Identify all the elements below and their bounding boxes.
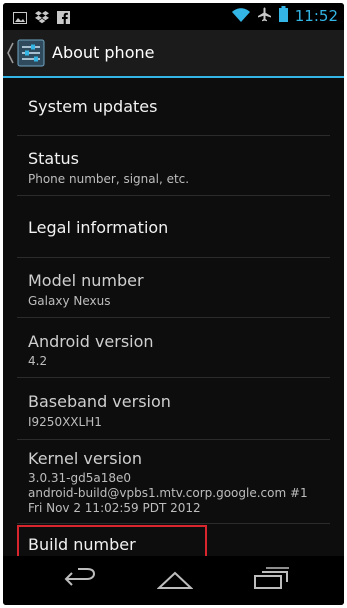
status-bar: 11:52: [3, 3, 344, 30]
up-caret-icon[interactable]: [7, 42, 14, 68]
pref-summary-line: 3.0.31-gd5a18e0: [28, 471, 132, 485]
page-title: About phone: [52, 43, 155, 62]
home-icon[interactable]: [156, 570, 194, 594]
battery-icon: [278, 6, 288, 26]
pref-title: Model number: [28, 271, 144, 290]
action-bar: About phone: [3, 30, 344, 78]
navigation-bar: [3, 556, 344, 605]
pref-title: Android version: [28, 332, 154, 351]
pref-android-version[interactable]: Android version 4.2: [17, 318, 330, 378]
pref-model-number: Model number Galaxy Nexus: [17, 258, 330, 318]
back-icon[interactable]: [63, 568, 97, 594]
build-number-highlight: [17, 525, 207, 556]
pref-kernel-version: Kernel version 3.0.31-gd5a18e0 android-b…: [17, 440, 330, 524]
pref-summary-line: android-build@vpbs1.mtv.corp.google.com …: [28, 486, 308, 500]
pref-summary: Phone number, signal, etc.: [28, 172, 190, 186]
status-time: 11:52: [294, 7, 338, 25]
airplane-icon: [257, 7, 272, 26]
preference-list: System updates Status Phone number, sign…: [3, 78, 344, 556]
facebook-icon: [57, 9, 70, 28]
dropbox-icon: [35, 9, 49, 28]
pref-title: System updates: [28, 97, 158, 116]
pref-baseband-version: Baseband version I9250XXLH1: [17, 378, 330, 440]
pref-summary: I9250XXLH1: [28, 415, 102, 429]
pref-status[interactable]: Status Phone number, signal, etc.: [17, 136, 330, 196]
pref-title: Legal information: [28, 218, 169, 237]
pref-summary: 4.2: [28, 354, 48, 368]
pref-summary: Galaxy Nexus: [28, 294, 111, 308]
pref-title: Status: [28, 149, 79, 168]
image-icon: [13, 9, 27, 28]
pref-summary-line: Fri Nov 2 11:02:59 PDT 2012: [28, 501, 201, 515]
pref-system-updates[interactable]: System updates: [17, 78, 330, 136]
settings-icon[interactable]: [17, 39, 45, 67]
recent-apps-icon[interactable]: [254, 567, 290, 593]
pref-legal-information[interactable]: Legal information: [17, 196, 330, 258]
pref-title: Kernel version: [28, 449, 142, 468]
wifi-icon: [231, 7, 250, 26]
pref-title: Baseband version: [28, 392, 171, 411]
phone-screen: 11:52 About phone System updates Status …: [3, 3, 344, 605]
